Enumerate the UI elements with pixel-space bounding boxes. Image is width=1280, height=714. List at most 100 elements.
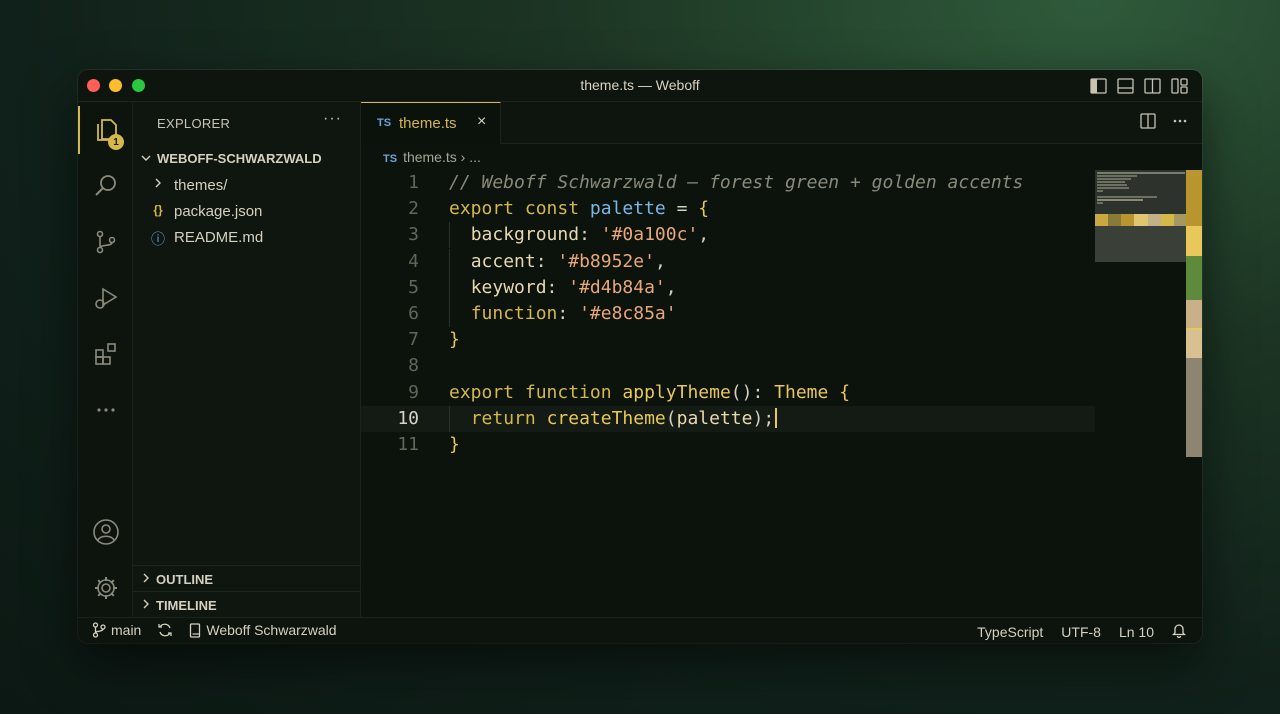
accounts-activity[interactable]	[78, 508, 133, 556]
editor-area: TS theme.ts × TS theme.ts › ... 1 // Webof…	[361, 102, 1202, 617]
explorer-title: EXPLORER	[157, 116, 231, 131]
manage-activity[interactable]	[78, 564, 133, 612]
timeline-section[interactable]: TIMELINE	[133, 591, 361, 617]
line-number: 4	[408, 250, 419, 272]
branch-indicator[interactable]: main	[92, 622, 141, 638]
code-line[interactable]: 10 return createTheme(palette);	[361, 405, 1095, 432]
code-line[interactable]: 5 keyword: '#d4b84a',	[361, 274, 1095, 301]
editor-actions	[1140, 113, 1188, 134]
explorer-activity[interactable]: 1	[78, 106, 133, 154]
minimap-palette-stripe	[1095, 214, 1187, 226]
editor-window: theme.ts — Weboff 1 EXPLORER ··· WEBOFF-…	[78, 70, 1202, 643]
toggle-panel-icon[interactable]	[1117, 78, 1134, 94]
book-icon	[190, 622, 201, 638]
more-icon	[96, 408, 115, 412]
typescript-icon: TS	[383, 153, 398, 165]
code-line[interactable]: 8	[361, 353, 1095, 379]
git-branch-icon	[92, 622, 106, 638]
line-content: function: '#e8c85a'	[470, 303, 677, 324]
toggle-secondary-sidebar-icon[interactable]	[1144, 78, 1161, 94]
code-line[interactable]: 4 accent: '#b8952e',	[361, 248, 1095, 275]
text-cursor	[775, 407, 778, 428]
run-debug-icon	[94, 287, 118, 309]
extensions-activity[interactable]	[78, 330, 133, 378]
chevron-right-icon	[149, 177, 167, 192]
title-bar: theme.ts — Weboff	[78, 70, 1202, 102]
customize-layout-icon[interactable]	[1171, 78, 1188, 94]
toggle-primary-sidebar-icon[interactable]	[1090, 78, 1107, 94]
sync-icon	[158, 623, 173, 637]
split-editor-icon[interactable]	[1140, 113, 1156, 134]
line-content: background: '#0a100c',	[470, 224, 710, 246]
outline-label: OUTLINE	[156, 572, 214, 587]
line-number: 11	[397, 434, 419, 455]
language-mode[interactable]: TypeScript	[977, 624, 1043, 640]
activity-bar: 1	[78, 102, 133, 617]
more-actions-icon[interactable]	[1172, 113, 1188, 134]
chevron-down-icon	[141, 151, 151, 166]
tree-item-label: themes/	[174, 177, 228, 194]
line-number: 8	[408, 355, 419, 377]
profile-indicator[interactable]: Weboff Schwarzwald	[189, 622, 337, 638]
breadcrumb-separator: ›	[460, 149, 466, 165]
line-number: 3	[408, 224, 419, 246]
tab-theme-ts[interactable]: TS theme.ts ×	[361, 102, 501, 144]
line-content: }	[449, 329, 460, 351]
extensions-icon	[94, 343, 116, 365]
line-content: export const palette = {	[449, 198, 710, 220]
account-icon	[92, 519, 119, 545]
tab-label: theme.ts	[399, 115, 457, 132]
explorer-sidebar: EXPLORER ··· WEBOFF-SCHWARZWALD themes/ …	[133, 102, 361, 617]
layout-controls	[1090, 78, 1188, 94]
breadcrumb-file[interactable]: theme.ts	[403, 149, 457, 165]
outline-section[interactable]: OUTLINE	[133, 565, 361, 591]
breadcrumb: TS theme.ts › ...	[383, 149, 481, 165]
window-title: theme.ts — Weboff	[580, 77, 700, 93]
explorer-more-icon[interactable]: ···	[323, 110, 342, 128]
run-debug-activity[interactable]	[78, 274, 133, 322]
line-number: 1	[408, 172, 419, 193]
overview-ruler[interactable]	[1186, 170, 1202, 457]
line-content: keyword: '#d4b84a',	[470, 276, 677, 298]
line-number: 7	[408, 329, 419, 351]
chevron-right-icon	[141, 597, 151, 614]
minimap[interactable]	[1095, 170, 1187, 262]
tree-item-themes[interactable]: themes/	[147, 174, 361, 198]
line-content: accent: '#b8952e',	[470, 250, 666, 272]
search-icon	[94, 175, 116, 196]
tree-item-readme[interactable]: ⓘ README.md	[147, 226, 361, 250]
breadcrumb-symbol[interactable]: ...	[469, 149, 481, 165]
code-line[interactable]: 1 // Weboff Schwarzwald — forest green + …	[361, 170, 1095, 196]
explorer-badge: 1	[108, 134, 124, 150]
line-content: return createTheme(palette);	[449, 407, 778, 429]
tree-item-label: package.json	[174, 203, 263, 220]
line-content: }	[449, 434, 460, 455]
code-line[interactable]: 7}	[361, 327, 1095, 353]
tree-item-package-json[interactable]: {} package.json	[147, 200, 361, 224]
notifications-bell-icon[interactable]	[1171, 622, 1187, 641]
timeline-label: TIMELINE	[156, 598, 217, 613]
tab-bar: TS theme.ts ×	[361, 102, 1202, 144]
source-control-activity[interactable]	[78, 218, 133, 266]
profile-name: Weboff Schwarzwald	[206, 622, 337, 638]
workspace-folder[interactable]: WEBOFF-SCHWARZWALD	[139, 148, 361, 170]
chevron-right-icon	[141, 571, 151, 588]
cursor-position[interactable]: Ln 10	[1119, 624, 1154, 640]
code-line[interactable]: 3 background: '#0a100c',	[361, 222, 1095, 249]
line-number: 10	[397, 407, 419, 429]
workspace-folder-name: WEBOFF-SCHWARZWALD	[157, 151, 322, 166]
code-line[interactable]: 11}	[361, 432, 1095, 458]
code-line[interactable]: 6 function: '#e8c85a'	[361, 301, 1095, 327]
source-control-icon	[96, 230, 115, 254]
typescript-icon: TS	[377, 117, 392, 129]
sync-button[interactable]	[157, 622, 173, 638]
more-activity[interactable]	[78, 386, 133, 434]
code-line[interactable]: 2 export const palette = {	[361, 196, 1095, 222]
line-number: 2	[408, 198, 419, 220]
search-activity[interactable]	[78, 162, 133, 210]
code-line[interactable]: 9 export function applyTheme(): Theme {	[361, 380, 1095, 406]
line-number: 9	[408, 381, 419, 403]
gear-icon	[94, 577, 117, 599]
encoding[interactable]: UTF-8	[1061, 624, 1101, 640]
close-icon[interactable]: ×	[477, 113, 486, 131]
